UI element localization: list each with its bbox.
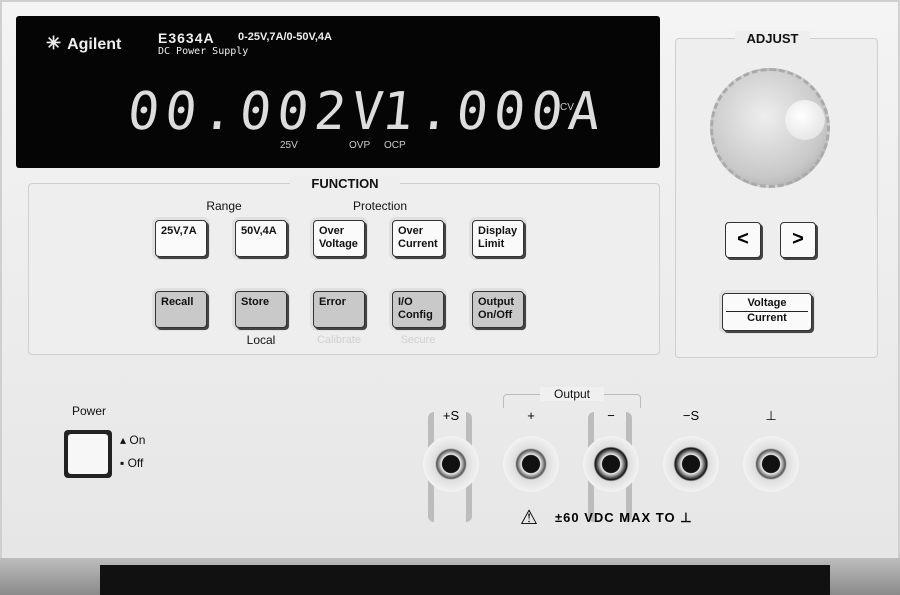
voltage-warning: ±60 VDC MAX TO ⊥ — [555, 510, 693, 525]
terminal-label-plus: + — [527, 408, 535, 423]
right-arrow-button[interactable]: > — [780, 222, 816, 258]
output-on-off-button[interactable]: Output On/Off — [472, 291, 524, 328]
over-current-button[interactable]: Over Current — [392, 220, 444, 257]
terminal-label-plus-sense: +S — [442, 408, 460, 423]
voltage-current-button[interactable]: Voltage Current — [722, 293, 812, 331]
terminal-label-minus: − — [607, 408, 615, 423]
over-voltage-button[interactable]: Over Voltage — [313, 220, 365, 257]
range-25v-7a-button[interactable]: 25V,7A — [155, 220, 207, 257]
output-label: Output — [540, 387, 604, 401]
voltage-label: Voltage — [726, 297, 808, 312]
ratings: 0-25V,7A/0-50V,4A — [238, 31, 332, 43]
warning-triangle-icon: ⚠ — [520, 507, 538, 529]
knob-finger-dimple — [785, 100, 825, 140]
power-label: Power — [71, 404, 106, 418]
agilent-spark-icon: ✳ — [46, 33, 62, 53]
function-title: FUNCTION — [290, 176, 400, 191]
range-50v-4a-button[interactable]: 50V,4A — [235, 220, 287, 257]
annunciator-25v: 25V — [280, 140, 298, 151]
brand-name: Agilent — [67, 36, 122, 53]
model-subtitle: DC Power Supply — [158, 46, 249, 57]
display-limit-button[interactable]: Display Limit — [472, 220, 524, 257]
range-label: Range — [206, 199, 242, 213]
voltage-reading: 00.002V — [124, 82, 393, 142]
chassis-foot — [100, 565, 830, 595]
protection-label: Protection — [352, 199, 408, 213]
power-on-label: ▴ On — [120, 433, 146, 447]
power-on-text: On — [129, 433, 146, 447]
plus-output-terminal[interactable] — [503, 436, 559, 492]
brand-logo: ✳ Agilent — [46, 33, 121, 54]
store-button[interactable]: Store — [235, 291, 287, 328]
power-off-text: Off — [127, 456, 144, 470]
secure-label: Secure — [400, 334, 436, 346]
annunciator-ovp: OVP — [349, 140, 371, 151]
cv-annunciator: CV — [560, 102, 574, 113]
plus-sense-terminal[interactable] — [423, 436, 479, 492]
error-button[interactable]: Error — [313, 291, 365, 328]
display-window: ✳ Agilent E3634A DC Power Supply 0-25V,7A… — [16, 16, 660, 168]
adjust-title: ADJUST — [735, 31, 810, 46]
local-label: Local — [246, 333, 276, 347]
power-off-label: ▪ Off — [120, 456, 144, 470]
calibrate-label: Calibrate — [316, 334, 362, 346]
model-number: E3634A — [158, 30, 215, 46]
minus-sense-terminal[interactable] — [663, 436, 719, 492]
current-label: Current — [747, 312, 787, 324]
terminal-label-minus-sense: −S — [682, 408, 700, 423]
minus-output-terminal[interactable] — [583, 436, 639, 492]
power-switch[interactable] — [64, 430, 112, 478]
io-config-button[interactable]: I/O Config — [392, 291, 444, 328]
terminal-label-ground: ⊥ — [765, 408, 777, 423]
ground-terminal[interactable] — [743, 436, 799, 492]
left-arrow-button[interactable]: < — [725, 222, 761, 258]
recall-button[interactable]: Recall — [155, 291, 207, 328]
current-reading: 1.000A — [378, 82, 609, 142]
annunciator-ocp: OCP — [384, 140, 406, 151]
